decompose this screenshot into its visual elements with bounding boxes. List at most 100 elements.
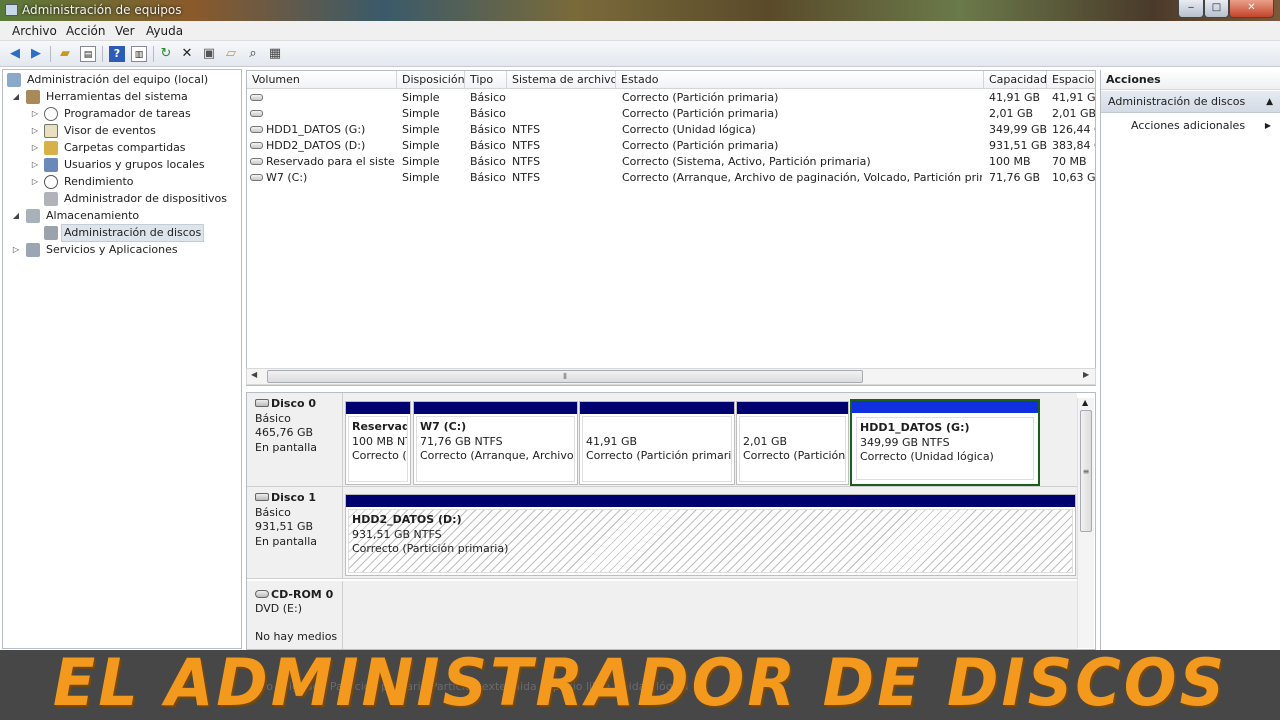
expand-arrow-icon[interactable]: ▷ bbox=[11, 242, 21, 258]
expand-arrow-icon[interactable]: ▷ bbox=[30, 174, 40, 190]
cdrom-0-info[interactable]: CD-ROM 0 DVD (E:) No hay medios bbox=[247, 581, 343, 649]
show-hide-action-icon[interactable]: ▥ bbox=[131, 46, 147, 62]
show-hide-tree-icon[interactable]: ▤ bbox=[80, 46, 96, 62]
table-cell: Simple bbox=[402, 123, 440, 136]
menu-accion[interactable]: Acción bbox=[66, 24, 105, 38]
table-cell: Correcto (Arranque, Archivo de paginació… bbox=[622, 171, 982, 184]
column-header-estado[interactable]: Estado bbox=[616, 71, 984, 89]
table-cell: Básico bbox=[470, 107, 506, 120]
table-cell: Simple bbox=[402, 91, 440, 104]
table-row[interactable]: W7 (C:) bbox=[250, 170, 395, 186]
menu-ver[interactable]: Ver bbox=[115, 24, 135, 38]
users-icon bbox=[44, 158, 58, 172]
table-cell: 41,91 GB bbox=[1052, 91, 1096, 104]
computer-icon bbox=[7, 73, 21, 87]
partition-bar bbox=[414, 402, 577, 414]
table-cell: 2,01 GB bbox=[989, 107, 1034, 120]
scroll-thumb[interactable]: ≡ bbox=[1080, 410, 1092, 532]
export-icon[interactable]: ▦ bbox=[267, 46, 283, 62]
scroll-left-icon[interactable]: ◀ bbox=[251, 370, 257, 379]
menu-archivo[interactable]: Archivo bbox=[12, 24, 57, 38]
scroll-thumb[interactable]: ⦀ bbox=[267, 370, 863, 383]
expand-arrow-icon[interactable]: ▷ bbox=[30, 140, 40, 156]
partition-size: 41,91 GB bbox=[586, 434, 638, 448]
clock-icon bbox=[44, 107, 58, 121]
collapse-arrow-icon[interactable]: ◢ bbox=[11, 208, 21, 224]
window-title: Administración de equipos bbox=[22, 3, 182, 17]
refresh-icon[interactable]: ↻ bbox=[158, 46, 174, 62]
more-actions-item[interactable]: Acciones adicionales ▶ bbox=[1131, 118, 1271, 134]
actions-section-disk-management[interactable]: Administración de discos ▲ bbox=[1101, 91, 1280, 113]
collapse-up-icon[interactable]: ▲ bbox=[1266, 91, 1273, 113]
partition-w7[interactable]: W7 (C:) 71,76 GB NTFS Correcto (Arranque, … bbox=[413, 401, 578, 485]
column-header-disposicion[interactable]: Disposición bbox=[397, 71, 465, 89]
column-header-sistema-archivos[interactable]: Sistema de archivos bbox=[507, 71, 616, 89]
partition-size: 71,76 GB NTFS bbox=[420, 434, 503, 448]
table-cell: 71,76 GB bbox=[989, 171, 1041, 184]
column-header-volumen[interactable]: Volumen bbox=[247, 71, 397, 89]
collapse-arrow-icon[interactable]: ◢ bbox=[11, 89, 21, 105]
more-actions-label: Acciones adicionales bbox=[1131, 119, 1246, 132]
properties-icon[interactable]: ▣ bbox=[201, 46, 217, 62]
forward-arrow-icon[interactable]: ▶ bbox=[28, 46, 44, 62]
partition-status: Correcto (Arranque, Archivo de bbox=[420, 449, 575, 462]
partition-title bbox=[743, 420, 842, 435]
actions-header: Acciones bbox=[1101, 70, 1280, 90]
scroll-right-icon[interactable]: ▶ bbox=[1083, 370, 1089, 379]
table-cell: Simple bbox=[402, 107, 440, 120]
table-cell: Básico bbox=[470, 123, 506, 136]
close-button[interactable]: ✕ bbox=[1229, 0, 1274, 18]
partition-size: 931,51 GB NTFS bbox=[352, 527, 442, 541]
table-row[interactable]: HDD2_DATOS (D:) bbox=[250, 138, 395, 154]
cdrom-0-area bbox=[343, 581, 1077, 649]
partition-hdd1-datos[interactable]: HDD1_DATOS (G:) 349,99 GB NTFS Correcto (U… bbox=[850, 399, 1040, 486]
minimize-button[interactable]: ‒ bbox=[1178, 0, 1204, 18]
vertical-scrollbar[interactable]: ▲ ≡ bbox=[1077, 398, 1094, 648]
disk-type: Básico bbox=[255, 411, 291, 425]
table-cell: Correcto (Partición primaria) bbox=[622, 91, 779, 104]
column-header-espacio[interactable]: Espacio d bbox=[1047, 71, 1095, 89]
table-row[interactable] bbox=[250, 90, 395, 106]
disk-icon bbox=[255, 399, 269, 407]
scroll-up-icon[interactable]: ▲ bbox=[1082, 398, 1088, 407]
disk-graphical-view: Disco 0 Básico 465,76 GB En pantalla Res… bbox=[246, 392, 1096, 650]
partition-2gb[interactable]: 2,01 GB Correcto (Partición bbox=[736, 401, 849, 485]
storage-icon bbox=[26, 209, 40, 223]
disk-1-info[interactable]: Disco 1 Básico 931,51 GB En pantalla bbox=[247, 487, 343, 579]
banner-text: EL ADMINISTRADOR DE DISCOS bbox=[52, 644, 1228, 720]
disk-0-info[interactable]: Disco 0 Básico 465,76 GB En pantalla bbox=[247, 393, 343, 487]
open-icon[interactable]: ▱ bbox=[223, 46, 239, 62]
expand-arrow-icon[interactable]: ▷ bbox=[30, 106, 40, 122]
partition-hdd2-datos[interactable]: HDD2_DATOS (D:) 931,51 GB NTFS Correcto (P… bbox=[345, 494, 1076, 576]
back-arrow-icon[interactable]: ◀ bbox=[7, 46, 23, 62]
help-icon[interactable]: ? bbox=[109, 46, 125, 62]
table-row[interactable]: Reservado para el sistema bbox=[250, 154, 395, 170]
partition-reservado[interactable]: Reservado100 MB NTCorrecto (S bbox=[345, 401, 411, 485]
table-row[interactable] bbox=[250, 106, 395, 122]
table-cell: Simple bbox=[402, 171, 440, 184]
table-cell: Básico bbox=[470, 171, 506, 184]
services-icon bbox=[26, 243, 40, 257]
partition-41gb[interactable]: 41,91 GB Correcto (Partición primaria) bbox=[579, 401, 735, 485]
maximize-button[interactable]: □ bbox=[1204, 0, 1229, 18]
disk-type: Básico bbox=[255, 505, 291, 519]
table-cell: NTFS bbox=[512, 155, 541, 168]
delete-icon[interactable]: ✕ bbox=[179, 46, 195, 62]
partition-status: Correcto (Unidad lógica) bbox=[860, 450, 994, 463]
tools-icon bbox=[26, 90, 40, 104]
expand-arrow-icon[interactable]: ▷ bbox=[30, 123, 40, 139]
navigation-tree: Administración del equipo (local) ◢ Herr… bbox=[2, 69, 242, 649]
table-cell: NTFS bbox=[512, 171, 541, 184]
column-header-capacidad[interactable]: Capacidad bbox=[984, 71, 1047, 89]
menu-ayuda[interactable]: Ayuda bbox=[146, 24, 183, 38]
search-icon[interactable]: ⌕ bbox=[245, 46, 261, 62]
horizontal-scrollbar[interactable]: ◀ ⦀ ▶ bbox=[246, 368, 1096, 385]
expand-arrow-icon[interactable]: ▷ bbox=[30, 157, 40, 173]
up-folder-icon[interactable]: ▰ bbox=[57, 46, 73, 62]
partition-bar bbox=[580, 402, 734, 414]
column-header-tipo[interactable]: Tipo bbox=[465, 71, 507, 89]
disk-management-icon bbox=[44, 226, 58, 240]
partition-bar bbox=[852, 401, 1038, 413]
table-cell: 126,44 G bbox=[1052, 123, 1095, 136]
table-row[interactable]: HDD1_DATOS (G:) bbox=[250, 122, 395, 138]
